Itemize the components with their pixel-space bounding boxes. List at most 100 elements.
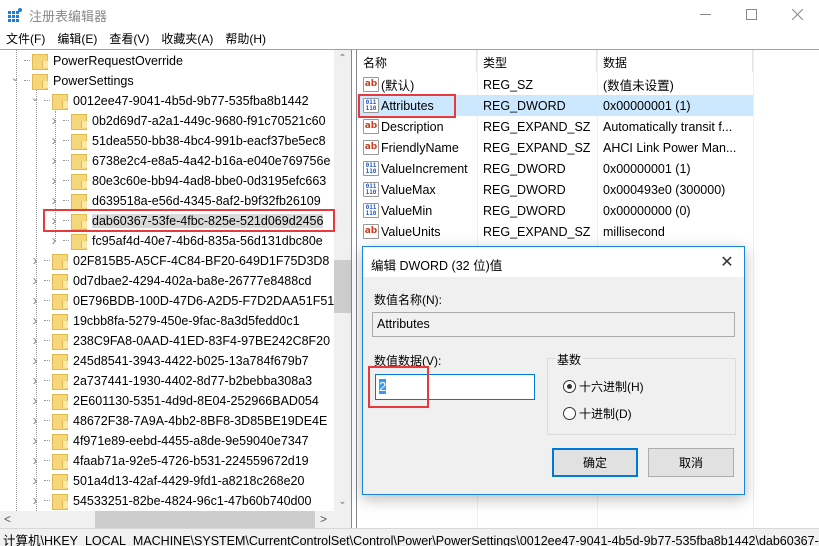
chevron-right-icon[interactable]: › bbox=[30, 372, 40, 389]
chevron-right-icon[interactable]: › bbox=[49, 212, 59, 229]
tree-node[interactable]: › 19cbb8fa-5279-450e-9fac-8a3d5fedd0c1 bbox=[30, 310, 300, 331]
tree-node[interactable]: › 0E796BDB-100D-47D6-A2D5-F7D2DAA51F51 bbox=[30, 290, 334, 311]
scroll-thumb[interactable] bbox=[334, 260, 351, 313]
menu-favorites[interactable]: 收藏夹(A) bbox=[155, 28, 219, 49]
tree-node-label: PowerRequestOverride bbox=[53, 53, 183, 68]
value-type: REG_DWORD bbox=[483, 161, 566, 176]
value-type: REG_DWORD bbox=[483, 98, 566, 113]
tree-node[interactable]: › 51dea550-bb38-4bc4-991b-eacf37be5ec8 bbox=[49, 130, 326, 151]
chevron-right-icon[interactable]: › bbox=[49, 192, 59, 209]
tree-node[interactable]: › d639518a-e56d-4345-8af2-b9f32fb26109 bbox=[49, 190, 321, 211]
chevron-right-icon[interactable]: › bbox=[30, 252, 40, 269]
column-header-name[interactable]: 名称 bbox=[357, 50, 477, 72]
value-row[interactable]: ab ValueUnits REG_EXPAND_SZ millisecond bbox=[357, 221, 753, 242]
close-button[interactable] bbox=[774, 0, 819, 28]
minimize-button[interactable] bbox=[682, 0, 728, 28]
tree-node-label: 4faab71a-92e5-4726-b531-224559672d19 bbox=[73, 453, 309, 468]
value-row[interactable]: ab (默认) REG_SZ (数值未设置) bbox=[357, 74, 753, 95]
chevron-right-icon[interactable]: › bbox=[30, 332, 40, 349]
value-row[interactable]: 011 110 ValueIncrement REG_DWORD 0x00000001 … bbox=[357, 158, 753, 179]
dialog-close-icon[interactable]: ✕ bbox=[715, 252, 739, 272]
chevron-down-icon[interactable]: ⌄ bbox=[30, 91, 40, 104]
folder-icon bbox=[52, 433, 68, 450]
tree-node[interactable]: ⌄ 0012ee47-9041-4b5d-9b77-535fba8b1442 bbox=[30, 90, 309, 111]
tree-node[interactable]: › 238C9FA8-0AAD-41ED-83F4-97BE242C8F20 bbox=[30, 330, 330, 351]
tree-node[interactable]: › 02F815B5-A5CF-4C84-BF20-649D1F75D3D8 bbox=[30, 250, 329, 271]
maximize-button[interactable] bbox=[728, 0, 774, 28]
menu-help[interactable]: 帮助(H) bbox=[219, 28, 272, 49]
menu-file[interactable]: 文件(F) bbox=[0, 28, 51, 49]
column-separator bbox=[753, 50, 754, 528]
value-type: REG_DWORD bbox=[483, 203, 566, 218]
chevron-right-icon[interactable]: › bbox=[30, 412, 40, 429]
chevron-right-icon[interactable]: › bbox=[49, 172, 59, 189]
tree-node[interactable]: › 0d7dbae2-4294-402a-ba8e-26777e8488cd bbox=[30, 270, 311, 291]
value-name: ValueMax bbox=[381, 182, 436, 197]
tree-node[interactable]: › dab60367-53fe-4fbc-825e-521d069d2456 bbox=[49, 210, 324, 231]
value-type: REG_SZ bbox=[483, 77, 534, 92]
menu-edit[interactable]: 编辑(E) bbox=[51, 28, 103, 49]
radio-hex-button[interactable] bbox=[563, 380, 576, 393]
value-row[interactable]: 011 110 ValueMax REG_DWORD 0x000493e0 (30000… bbox=[357, 179, 753, 200]
value-row[interactable]: ab FriendlyName REG_EXPAND_SZ AHCI Link Pow… bbox=[357, 137, 753, 158]
tree-node-label: 2E601130-5351-4d9d-8E04-252966BAD054 bbox=[73, 393, 319, 408]
tree-node[interactable]: › 54533251-82be-4824-96c1-47b60b740d00 bbox=[30, 490, 311, 511]
radio-decimal-button[interactable] bbox=[563, 407, 576, 420]
value-row[interactable]: 011 110 Attributes REG_DWORD 0x00000001 (1) bbox=[357, 95, 753, 116]
chevron-right-icon[interactable]: › bbox=[30, 492, 40, 509]
tree-node[interactable]: › 501a4d13-42af-4429-9fd1-a8218c268e20 bbox=[30, 470, 304, 491]
column-header-data[interactable]: 数据 bbox=[597, 50, 753, 72]
tree-node[interactable]: › 0b2d69d7-a2a1-449c-9680-f91c70521c60 bbox=[49, 110, 326, 131]
value-name: FriendlyName bbox=[381, 140, 459, 155]
tree-node[interactable]: › 6738e2c4-e8a5-4a42-b16a-e040e769756e bbox=[49, 150, 330, 171]
chevron-right-icon[interactable]: › bbox=[30, 352, 40, 369]
tree-node[interactable]: › 48672F38-7A9A-4bb2-8BF8-3D85BE19DE4E bbox=[30, 410, 327, 431]
chevron-right-icon[interactable]: › bbox=[30, 272, 40, 289]
chevron-right-icon[interactable]: › bbox=[30, 452, 40, 469]
scroll-right-icon[interactable]: > bbox=[320, 512, 327, 526]
value-data-input[interactable]: 2 bbox=[375, 374, 535, 400]
string-value-icon: ab bbox=[363, 77, 379, 92]
binary-value-icon: 011 110 bbox=[363, 182, 379, 197]
tree-node[interactable]: ⌄ PowerSettings bbox=[10, 70, 134, 91]
value-name: (默认) bbox=[381, 79, 415, 93]
tree-vertical-scrollbar[interactable]: ⌃ ⌄ bbox=[334, 50, 351, 511]
chevron-right-icon[interactable]: › bbox=[49, 112, 59, 129]
chevron-down-icon[interactable]: ⌄ bbox=[10, 71, 20, 84]
edit-dword-dialog: 编辑 DWORD (32 位)值 ✕ 数值名称(N): Attributes 数… bbox=[362, 246, 745, 495]
value-type: REG_EXPAND_SZ bbox=[483, 140, 591, 155]
tree-node-label: fc95af4d-40e7-4b6d-835a-56d131dbc80e bbox=[92, 233, 323, 248]
chevron-right-icon[interactable]: › bbox=[30, 392, 40, 409]
cancel-button[interactable]: 取消 bbox=[648, 448, 734, 477]
radio-decimal[interactable]: 十进制(D) bbox=[563, 405, 632, 422]
value-row[interactable]: ab Description REG_EXPAND_SZ Automatically … bbox=[357, 116, 753, 137]
column-header-type[interactable]: 类型 bbox=[477, 50, 597, 72]
chevron-right-icon[interactable]: › bbox=[30, 432, 40, 449]
chevron-right-icon[interactable]: › bbox=[49, 232, 59, 249]
tree-node-label: 501a4d13-42af-4429-9fd1-a8218c268e20 bbox=[73, 473, 305, 488]
chevron-right-icon[interactable]: › bbox=[49, 132, 59, 149]
tree-node[interactable]: › 245d8541-3943-4422-b025-13a784f679b7 bbox=[30, 350, 309, 371]
radio-hex[interactable]: 十六进制(H) bbox=[563, 378, 644, 395]
tree-node[interactable]: › 2a737441-1930-4402-8d77-b2bebba308a3 bbox=[30, 370, 312, 391]
tree-horizontal-scrollbar[interactable]: < > bbox=[0, 511, 334, 528]
tree-node[interactable]: › 4f971e89-eebd-4455-a8de-9e59040e7347 bbox=[30, 430, 309, 451]
chevron-right-icon[interactable]: › bbox=[30, 292, 40, 309]
tree-node[interactable]: › 2E601130-5351-4d9d-8E04-252966BAD054 bbox=[30, 390, 319, 411]
chevron-right-icon[interactable]: › bbox=[30, 312, 40, 329]
value-row[interactable]: 011 110 ValueMin REG_DWORD 0x00000000 (0) bbox=[357, 200, 753, 221]
menu-view[interactable]: 查看(V) bbox=[103, 28, 155, 49]
tree-node[interactable]: › fc95af4d-40e7-4b6d-835a-56d131dbc80e bbox=[49, 230, 323, 251]
tree-node[interactable]: PowerRequestOverride bbox=[10, 50, 183, 71]
tree-connector bbox=[44, 260, 50, 261]
tree-node[interactable]: › 80e3c60e-bb94-4ad8-bbe0-0d3195efc663 bbox=[49, 170, 326, 191]
chevron-right-icon[interactable]: › bbox=[49, 152, 59, 169]
scroll-left-icon[interactable]: < bbox=[4, 512, 11, 526]
scroll-down-icon[interactable]: ⌄ bbox=[334, 496, 351, 507]
scroll-thumb[interactable] bbox=[95, 511, 315, 528]
tree-connector bbox=[44, 300, 50, 301]
chevron-right-icon[interactable]: › bbox=[30, 472, 40, 489]
scroll-up-icon[interactable]: ⌃ bbox=[334, 53, 351, 64]
ok-button[interactable]: 确定 bbox=[552, 448, 638, 477]
tree-node[interactable]: › 4faab71a-92e5-4726-b531-224559672d19 bbox=[30, 450, 309, 471]
